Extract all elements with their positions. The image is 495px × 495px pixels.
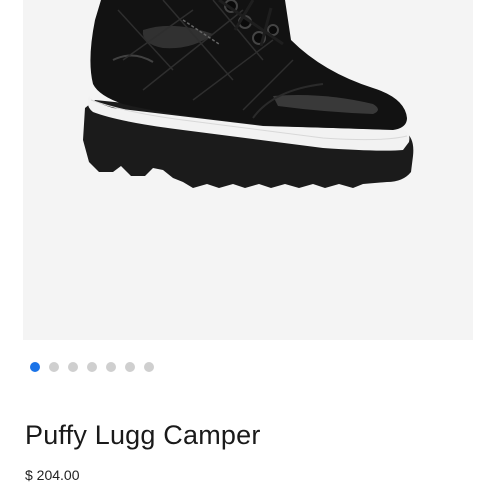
product-image-gallery[interactable] [23, 0, 473, 340]
product-page: Puffy Lugg Camper $ 204.00 [0, 0, 495, 495]
product-price: $ 204.00 [25, 467, 80, 483]
product-title: Puffy Lugg Camper [25, 420, 261, 450]
carousel-dot[interactable] [106, 362, 116, 372]
product-image[interactable] [23, 0, 473, 340]
carousel-dot[interactable] [68, 362, 78, 372]
carousel-dot[interactable] [87, 362, 97, 372]
carousel-pagination [30, 362, 154, 372]
carousel-dot[interactable] [144, 362, 154, 372]
carousel-dot[interactable] [125, 362, 135, 372]
carousel-dot[interactable] [30, 362, 40, 372]
carousel-dot[interactable] [49, 362, 59, 372]
